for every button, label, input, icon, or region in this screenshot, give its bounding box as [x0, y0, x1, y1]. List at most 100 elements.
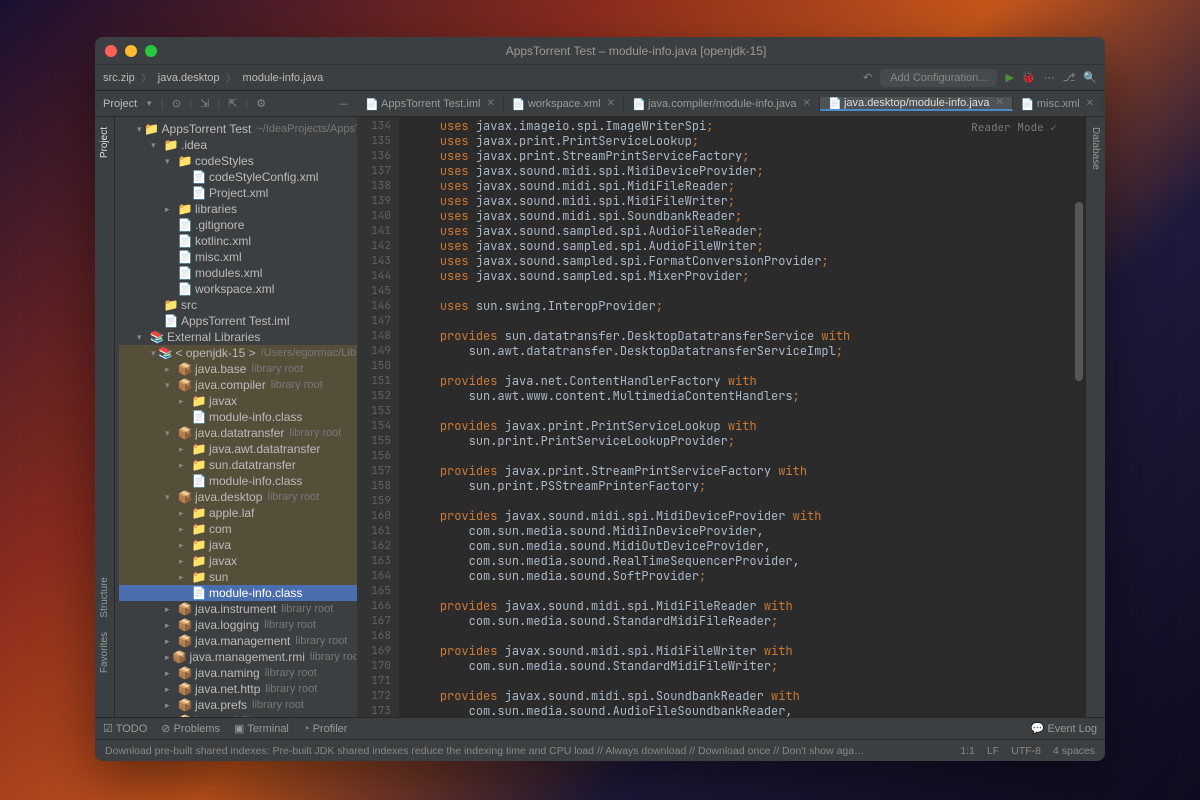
tree-node[interactable]: 📄module-info.class	[119, 473, 357, 489]
select-opened-file-icon[interactable]: ⊙	[172, 97, 181, 110]
tree-node[interactable]: ▸📦java.logginglibrary root	[119, 617, 357, 633]
editor-tab[interactable]: 📄kotlinc.xml✕	[1103, 97, 1105, 111]
tree-node[interactable]: ▾📚External Libraries	[119, 329, 357, 345]
scrollbar-thumb[interactable]	[1075, 202, 1083, 381]
code-line[interactable]: com.sun.media.sound.StandardMidiFileWrit…	[411, 659, 1085, 674]
tree-arrow-icon[interactable]: ▾	[137, 332, 147, 343]
code-line[interactable]: provides javax.sound.midi.spi.MidiFileRe…	[411, 599, 1085, 614]
database-tool-button[interactable]: Database	[1090, 127, 1101, 170]
search-icon[interactable]: 🔍	[1083, 71, 1097, 84]
problems-tab[interactable]: ⊘ Problems	[161, 722, 220, 735]
tree-node[interactable]: 📄misc.xml	[119, 249, 357, 265]
code-line[interactable]: com.sun.media.sound.SoftProvider;	[411, 569, 1085, 584]
breadcrumb-item[interactable]: src.zip	[103, 72, 135, 84]
close-tab-icon[interactable]: ✕	[803, 98, 811, 109]
vcs-icon[interactable]: ⎇	[1063, 71, 1076, 84]
code-line[interactable]	[411, 674, 1085, 689]
project-tool-button[interactable]: Project	[99, 127, 110, 158]
code-line[interactable]: provides javax.print.PrintServiceLookup …	[411, 419, 1085, 434]
code-area[interactable]: uses javax.imageio.spi.ImageWriterSpi; u…	[399, 117, 1085, 717]
code-line[interactable]: provides javax.sound.midi.spi.SoundbankR…	[411, 689, 1085, 704]
editor-tab[interactable]: 📄workspace.xml✕	[504, 97, 624, 111]
favorites-tool-button[interactable]: Favorites	[99, 632, 110, 673]
back-button[interactable]: ↶	[863, 71, 872, 84]
tree-node[interactable]: ▾📁AppsTorrent Test~/IdeaProjects/AppsTor…	[119, 121, 357, 137]
code-line[interactable]: sun.print.PrintServiceLookupProvider;	[411, 434, 1085, 449]
cursor-position[interactable]: 1:1	[960, 745, 975, 757]
collapse-all-icon[interactable]: ⇱	[228, 97, 237, 110]
tree-node[interactable]: 📁src	[119, 297, 357, 313]
more-actions-icon[interactable]: ⋯	[1044, 71, 1055, 84]
event-log-button[interactable]: 💬 Event Log	[1031, 722, 1097, 735]
tree-arrow-icon[interactable]: ▸	[179, 556, 189, 567]
code-line[interactable]: com.sun.media.sound.AudioFileSoundbankRe…	[411, 704, 1085, 717]
hide-panel-icon[interactable]: －	[338, 96, 349, 112]
tree-arrow-icon[interactable]: ▾	[165, 492, 175, 503]
project-tree-panel[interactable]: ▾📁AppsTorrent Test~/IdeaProjects/AppsTor…	[115, 117, 357, 717]
close-tab-icon[interactable]: ✕	[607, 98, 615, 109]
status-message[interactable]: Download pre-built shared indexes: Pre-b…	[105, 745, 865, 757]
tree-node[interactable]: ▸📦java.baselibrary root	[119, 361, 357, 377]
terminal-tab[interactable]: ▣ Terminal	[234, 722, 289, 735]
tree-node[interactable]: 📄module-info.class	[119, 409, 357, 425]
tree-arrow-icon[interactable]: ▸	[165, 668, 175, 679]
code-line[interactable]	[411, 629, 1085, 644]
run-config-dropdown[interactable]: Add Configuration...	[880, 69, 997, 87]
tree-node[interactable]: 📄Project.xml	[119, 185, 357, 201]
tree-arrow-icon[interactable]: ▸	[179, 572, 189, 583]
tree-arrow-icon[interactable]: ▸	[165, 204, 175, 215]
code-line[interactable]: sun.awt.datatransfer.DesktopDatatransfer…	[411, 344, 1085, 359]
tree-arrow-icon[interactable]: ▸	[165, 652, 170, 663]
maximize-window-button[interactable]	[145, 45, 157, 57]
code-line[interactable]: uses javax.sound.sampled.spi.AudioFileRe…	[411, 224, 1085, 239]
tree-arrow-icon[interactable]: ▸	[179, 460, 189, 471]
tree-node[interactable]: 📄AppsTorrent Test.iml	[119, 313, 357, 329]
project-view-label[interactable]: Project	[103, 98, 137, 110]
code-line[interactable]	[411, 314, 1085, 329]
code-line[interactable]	[411, 584, 1085, 599]
tree-node[interactable]: ▾📦java.compilerlibrary root	[119, 377, 357, 393]
tree-arrow-icon[interactable]: ▸	[179, 540, 189, 551]
code-line[interactable]: provides javax.sound.midi.spi.MidiDevice…	[411, 509, 1085, 524]
code-line[interactable]: uses javax.sound.midi.spi.MidiDeviceProv…	[411, 164, 1085, 179]
close-tab-icon[interactable]: ✕	[486, 98, 494, 109]
tree-arrow-icon[interactable]: ▸	[165, 700, 175, 711]
tree-arrow-icon[interactable]: ▾	[165, 380, 175, 391]
code-line[interactable]: sun.print.PSStreamPrinterFactory;	[411, 479, 1085, 494]
code-line[interactable]: provides java.net.ContentHandlerFactory …	[411, 374, 1085, 389]
code-line[interactable]: uses javax.print.StreamPrintServiceFacto…	[411, 149, 1085, 164]
tree-node[interactable]: ▸📦java.naminglibrary root	[119, 665, 357, 681]
code-line[interactable]	[411, 404, 1085, 419]
reader-mode-label[interactable]: Reader Mode ✓	[971, 121, 1057, 135]
structure-tool-button[interactable]: Structure	[99, 577, 110, 618]
tree-arrow-icon[interactable]: ▸	[165, 604, 175, 615]
tree-node[interactable]: ▸📁libraries	[119, 201, 357, 217]
code-line[interactable]: provides javax.sound.midi.spi.MidiFileWr…	[411, 644, 1085, 659]
tree-arrow-icon[interactable]: ▾	[165, 428, 175, 439]
debug-button[interactable]: 🐞	[1022, 71, 1036, 84]
editor-tab[interactable]: 📄java.compiler/module-info.java✕	[624, 97, 820, 111]
editor-tab[interactable]: 📄misc.xml✕	[1013, 97, 1103, 111]
code-line[interactable]: provides sun.datatransfer.DesktopDatatra…	[411, 329, 1085, 344]
code-line[interactable]: uses javax.sound.sampled.spi.FormatConve…	[411, 254, 1085, 269]
tree-arrow-icon[interactable]: ▾	[137, 124, 142, 135]
editor-tab[interactable]: 📄AppsTorrent Test.iml✕	[357, 97, 504, 111]
tree-arrow-icon[interactable]: ▾	[151, 140, 161, 151]
tree-node[interactable]: ▸📦java.prefslibrary root	[119, 697, 357, 713]
indent-setting[interactable]: 4 spaces	[1053, 745, 1095, 757]
tree-node[interactable]: ▸📦java.managementlibrary root	[119, 633, 357, 649]
breadcrumb-item[interactable]: module-info.java	[243, 72, 324, 84]
settings-gear-icon[interactable]: ⚙	[256, 97, 266, 110]
run-button[interactable]: ▶	[1005, 71, 1013, 84]
code-editor[interactable]: 1341351361371381391401411421431441451461…	[357, 117, 1085, 717]
code-line[interactable]	[411, 449, 1085, 464]
tree-arrow-icon[interactable]: ▸	[165, 636, 175, 647]
editor-tab[interactable]: 📄java.desktop/module-info.java✕	[820, 97, 1013, 111]
code-line[interactable]: uses javax.print.PrintServiceLookup;	[411, 134, 1085, 149]
tree-node[interactable]: 📄workspace.xml	[119, 281, 357, 297]
tree-node[interactable]: 📄modules.xml	[119, 265, 357, 281]
code-line[interactable]: com.sun.media.sound.MidiOutDeviceProvide…	[411, 539, 1085, 554]
todo-tab[interactable]: ☑ TODO	[103, 722, 147, 735]
tree-arrow-icon[interactable]: ▸	[179, 524, 189, 535]
code-line[interactable]: com.sun.media.sound.RealTimeSequencerPro…	[411, 554, 1085, 569]
